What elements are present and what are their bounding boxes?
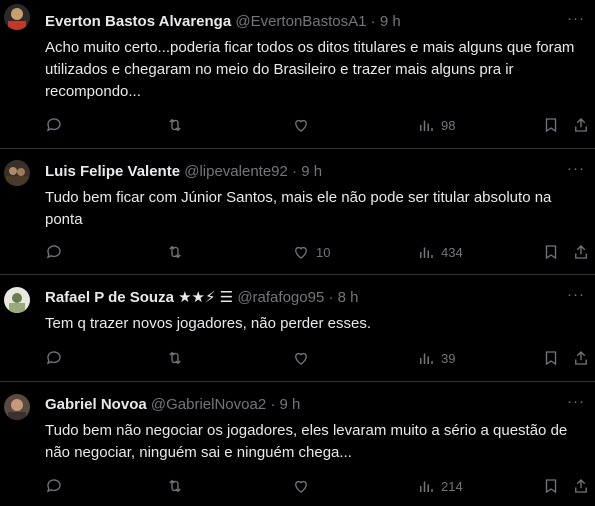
views-button[interactable]: 214 (417, 475, 463, 497)
reply-icon (46, 479, 61, 493)
tweet-header: Everton Bastos Alvarenga @EvertonBastosA… (45, 12, 401, 32)
reply-button[interactable] (45, 114, 63, 136)
share-icon (575, 351, 587, 365)
avatar[interactable] (4, 287, 30, 313)
author-name[interactable]: Rafael P de Souza (45, 289, 174, 306)
tweet-header: Gabriel Novoa @GabrielNovoa2 · 9 h (45, 395, 300, 415)
bookmark-icon (545, 118, 557, 133)
views-count: 214 (441, 478, 463, 494)
share-icon (575, 118, 587, 132)
tweet[interactable]: Gabriel Novoa @GabrielNovoa2 · 9 h ··· T… (0, 382, 595, 506)
retweet-button[interactable] (166, 241, 184, 263)
tweet-header: Rafael P de Souza ★★⚡ ☰ @rafafogo95 · 8 … (45, 288, 358, 308)
more-options-icon[interactable]: ··· (567, 286, 585, 303)
bookmark-icon (545, 245, 557, 260)
retweet-icon (169, 479, 181, 493)
retweet-icon (169, 351, 181, 365)
views-count: 98 (441, 117, 456, 133)
author-handle[interactable]: @lipevalente92 (184, 163, 288, 180)
like-count: 10 (316, 244, 331, 260)
views-icon (420, 247, 433, 258)
reply-icon (46, 351, 61, 365)
views-icon (420, 481, 433, 492)
author-handle[interactable]: @GabrielNovoa2 (151, 396, 266, 413)
tweet-actions: 39 (0, 347, 595, 369)
reply-button[interactable] (45, 475, 63, 497)
retweet-icon (169, 118, 181, 132)
bookmark-button[interactable] (542, 241, 560, 263)
more-options-icon[interactable]: ··· (567, 10, 585, 27)
views-button[interactable]: 39 (417, 347, 455, 369)
reply-button[interactable] (45, 347, 63, 369)
author-name[interactable]: Everton Bastos Alvarenga (45, 13, 231, 30)
tweet-text: Tem q trazer novos jogadores, não perder… (45, 315, 372, 332)
reply-icon (46, 245, 61, 259)
separator-dot: · (328, 289, 334, 306)
tweet-text: Tudo bem não negociar os jogadores, eles… (45, 422, 568, 461)
separator-dot: · (292, 163, 298, 180)
tweet-actions: 10 434 (0, 241, 595, 263)
avatar[interactable] (4, 394, 30, 420)
retweet-button[interactable] (166, 347, 184, 369)
timestamp[interactable]: 9 h (301, 163, 322, 180)
tweet-actions: 214 (0, 475, 595, 497)
name-badges: ★★⚡ ☰ (178, 289, 234, 306)
like-icon (295, 246, 307, 259)
like-button[interactable] (292, 475, 316, 497)
reply-button[interactable] (45, 241, 63, 263)
like-button[interactable]: 10 (292, 241, 330, 263)
like-button[interactable] (292, 114, 316, 136)
share-button[interactable] (572, 347, 590, 369)
author-name[interactable]: Luis Felipe Valente (45, 163, 180, 180)
views-count: 39 (441, 350, 456, 366)
separator-dot: · (370, 13, 376, 30)
bookmark-button[interactable] (542, 114, 560, 136)
bookmark-icon (545, 479, 557, 494)
retweet-button[interactable] (166, 114, 184, 136)
retweet-icon (169, 245, 181, 259)
tweet-header: Luis Felipe Valente @lipevalente92 · 9 h (45, 162, 322, 182)
tweet-text: Acho muito certo...poderia ficar todos o… (45, 39, 575, 100)
views-count: 434 (441, 244, 463, 260)
timestamp[interactable]: 9 h (280, 396, 301, 413)
more-options-icon[interactable]: ··· (567, 160, 585, 177)
avatar[interactable] (4, 4, 30, 30)
share-button[interactable] (572, 241, 590, 263)
reply-icon (46, 118, 61, 132)
share-icon (575, 245, 587, 259)
separator-dot: · (270, 396, 276, 413)
avatar[interactable] (4, 160, 30, 186)
timestamp[interactable]: 9 h (380, 13, 401, 30)
like-icon (295, 480, 307, 493)
retweet-button[interactable] (166, 475, 184, 497)
tweet[interactable]: Everton Bastos Alvarenga @EvertonBastosA… (0, 0, 595, 149)
author-handle[interactable]: @rafafogo95 (237, 289, 324, 306)
tweet-actions: 98 (0, 114, 595, 136)
views-button[interactable]: 98 (417, 114, 455, 136)
timestamp[interactable]: 8 h (338, 289, 359, 306)
author-handle[interactable]: @EvertonBastosA1 (235, 13, 366, 30)
views-button[interactable]: 434 (417, 241, 463, 263)
views-icon (420, 353, 433, 364)
author-name[interactable]: Gabriel Novoa (45, 396, 147, 413)
more-options-icon[interactable]: ··· (567, 393, 585, 410)
tweet-text: Tudo bem ficar com Júnior Santos, mais e… (45, 189, 552, 228)
share-icon (575, 479, 587, 493)
share-button[interactable] (572, 475, 590, 497)
tweet[interactable]: Luis Felipe Valente @lipevalente92 · 9 h… (0, 149, 595, 275)
share-button[interactable] (572, 114, 590, 136)
like-button[interactable] (292, 347, 316, 369)
views-icon (420, 120, 433, 131)
bookmark-icon (545, 351, 557, 366)
like-icon (295, 119, 307, 132)
bookmark-button[interactable] (542, 347, 560, 369)
tweet[interactable]: Rafael P de Souza ★★⚡ ☰ @rafafogo95 · 8 … (0, 275, 595, 382)
like-icon (295, 352, 307, 365)
bookmark-button[interactable] (542, 475, 560, 497)
